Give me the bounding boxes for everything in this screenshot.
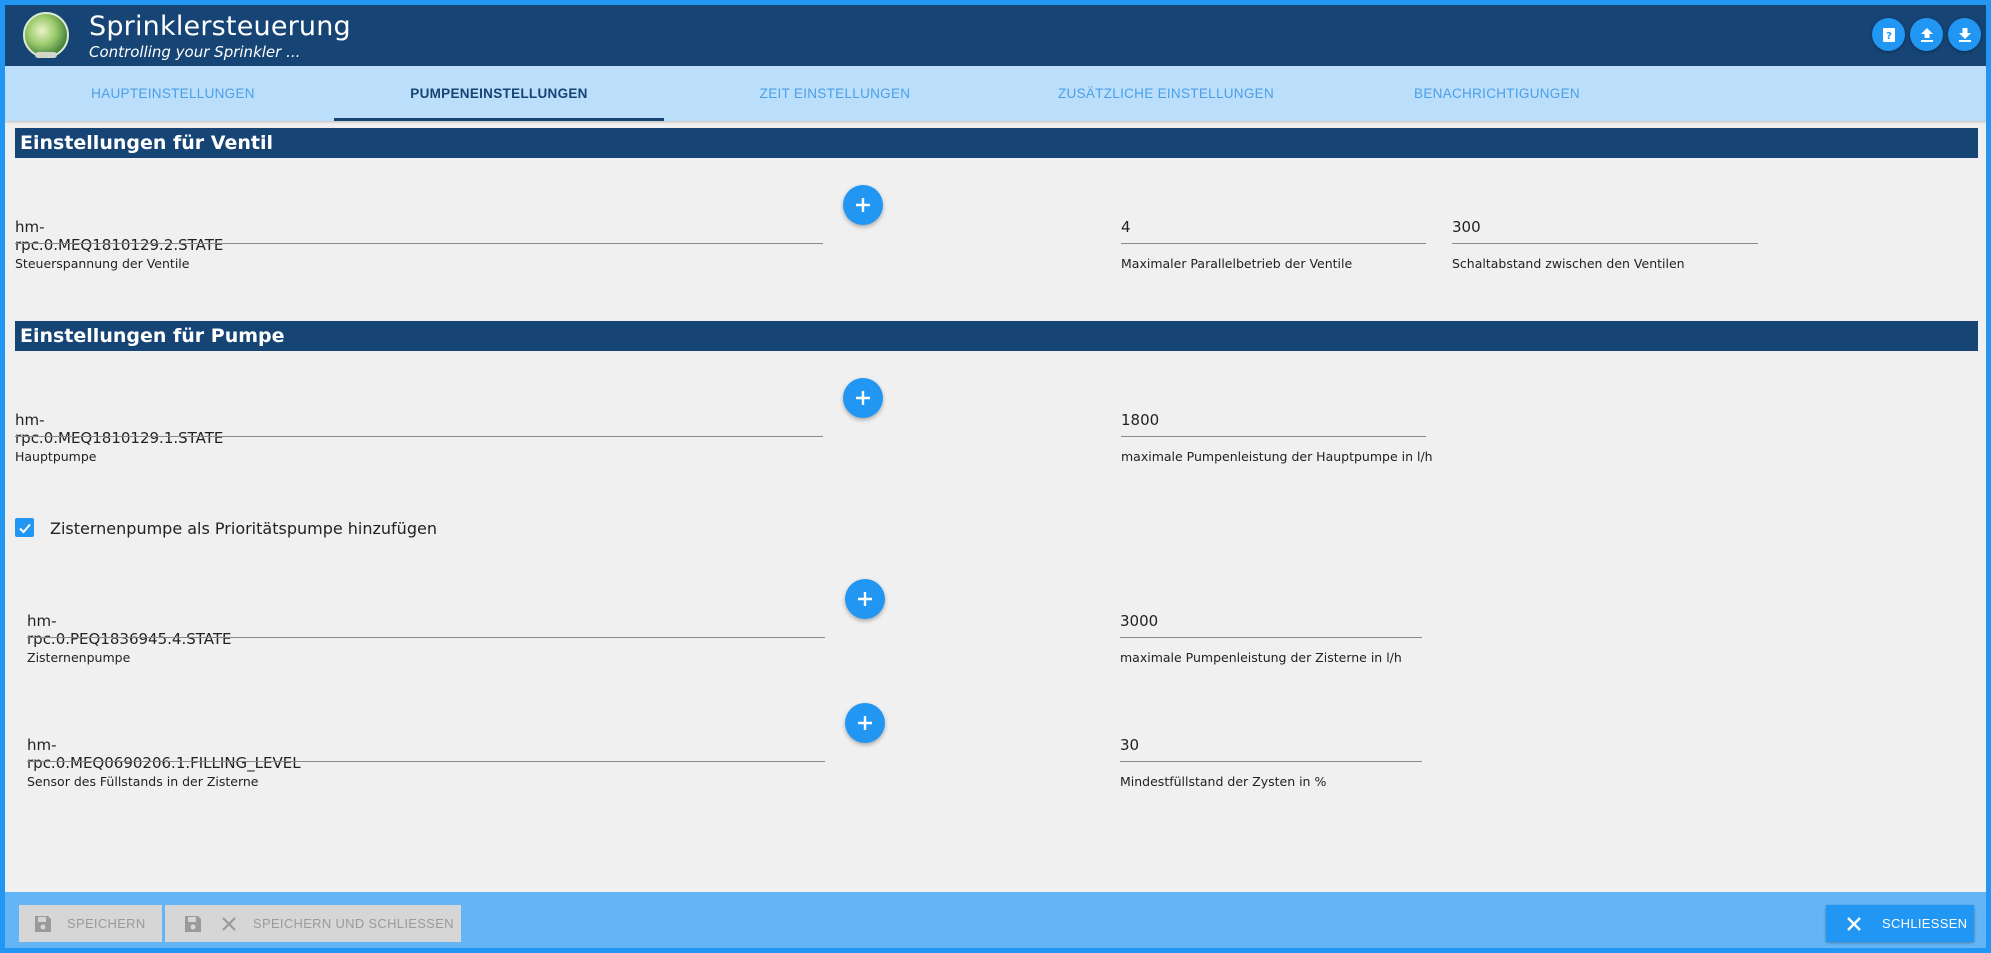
floppy-disk-icon <box>185 915 201 932</box>
save-and-close-button[interactable]: Speichern und schliessen <box>165 905 461 942</box>
field-underline <box>1120 761 1422 762</box>
field-underline <box>1120 637 1422 638</box>
field-underline <box>1452 243 1758 244</box>
field-underline <box>27 761 825 762</box>
plus-icon <box>856 198 870 212</box>
dialog-footer: Speichern Speichern und schliessen Schli… <box>5 892 1986 948</box>
app-header: Sprinklersteuerung Controlling your Spri… <box>5 5 1986 66</box>
app-subtitle: Controlling your Sprinkler ... <box>89 43 301 61</box>
min-level-value[interactable]: 30 <box>1120 736 1139 754</box>
tab-pumpeneinstellungen[interactable]: Pumpeneinstellungen <box>334 66 664 121</box>
main-pump-capacity-label: maximale Pumpenleistung der Hauptpumpe i… <box>1121 449 1433 464</box>
tab-bar-shadow <box>5 121 1986 124</box>
close-button-label: Schliessen <box>1882 916 1968 931</box>
help-book-icon: ? <box>1882 27 1895 42</box>
max-parallel-value[interactable]: 4 <box>1121 218 1131 236</box>
level-sensor-value[interactable]: hm-rpc.0.MEQ0690206.1.FILLING_LEVEL <box>27 736 301 772</box>
download-button[interactable] <box>1948 18 1981 51</box>
close-icon <box>222 916 236 931</box>
plus-icon <box>856 391 870 405</box>
section-heading-pumpe: Einstellungen für Pumpe <box>15 321 1978 351</box>
checkmark-icon <box>18 523 31 533</box>
cistern-pump-value[interactable]: hm-rpc.0.PEQ1836945.4.STATE <box>27 612 232 648</box>
close-button[interactable]: Schliessen <box>1826 905 1974 942</box>
max-parallel-label: Maximaler Parallelbetrieb der Ventile <box>1121 256 1353 271</box>
tab-benachrichtigungen[interactable]: Benachrichtigungen <box>1332 66 1662 121</box>
field-underline <box>1121 243 1426 244</box>
settings-dialog: Sprinklersteuerung Controlling your Spri… <box>5 5 1986 948</box>
save-button[interactable]: Speichern <box>19 905 162 942</box>
svg-text:?: ? <box>1886 31 1892 42</box>
cistern-capacity-value[interactable]: 3000 <box>1120 612 1158 630</box>
download-icon <box>1958 27 1971 42</box>
section-heading-ventil: Einstellungen für Ventil <box>15 128 1978 158</box>
main-pump-capacity-value[interactable]: 1800 <box>1121 411 1159 429</box>
save-and-close-button-label: Speichern und schliessen <box>253 916 454 931</box>
tab-zusaetzliche-einstellungen[interactable]: Zusätzliche Einstellungen <box>1001 66 1331 121</box>
field-underline <box>27 637 825 638</box>
save-button-label: Speichern <box>67 916 146 931</box>
plus-icon <box>858 592 872 606</box>
field-underline <box>15 436 823 437</box>
switch-interval-value[interactable]: 300 <box>1452 218 1481 236</box>
tab-bar: Haupteinstellungen Pumpeneinstellungen Z… <box>5 66 1986 121</box>
tab-zeit-einstellungen[interactable]: Zeit Einstellungen <box>670 66 1000 121</box>
control-voltage-value[interactable]: hm-rpc.0.MEQ1810129.2.STATE <box>15 218 223 254</box>
cistern-priority-checkbox[interactable] <box>15 518 34 537</box>
add-control-voltage-button[interactable] <box>843 185 883 225</box>
cistern-capacity-label: maximale Pumpenleistung der Zisterne in … <box>1120 650 1402 665</box>
close-icon <box>1847 916 1861 931</box>
app-title: Sprinklersteuerung <box>89 11 351 42</box>
level-sensor-label: Sensor des Füllstands in der Zisterne <box>27 774 259 789</box>
add-level-sensor-button[interactable] <box>845 703 885 743</box>
app-logo-icon <box>23 12 69 58</box>
add-cistern-pump-button[interactable] <box>845 579 885 619</box>
switch-interval-label: Schaltabstand zwischen den Ventilen <box>1452 256 1685 271</box>
cistern-pump-label: Zisternenpumpe <box>27 650 131 665</box>
cistern-priority-label[interactable]: Zisternenpumpe als Prioritätspumpe hinzu… <box>50 519 437 538</box>
add-main-pump-button[interactable] <box>843 378 883 418</box>
plus-icon <box>858 716 872 730</box>
help-button[interactable]: ? <box>1872 18 1905 51</box>
field-underline <box>1121 436 1426 437</box>
upload-button[interactable] <box>1910 18 1943 51</box>
main-pump-label: Hauptpumpe <box>15 449 97 464</box>
floppy-disk-icon <box>35 915 51 932</box>
main-pump-value[interactable]: hm-rpc.0.MEQ1810129.1.STATE <box>15 411 223 447</box>
tab-haupteinstellungen[interactable]: Haupteinstellungen <box>8 66 338 121</box>
field-underline <box>15 243 823 244</box>
min-level-label: Mindestfüllstand der Zysten in % <box>1120 774 1327 789</box>
control-voltage-label: Steuerspannung der Ventile <box>15 256 190 271</box>
upload-icon <box>1920 27 1933 42</box>
